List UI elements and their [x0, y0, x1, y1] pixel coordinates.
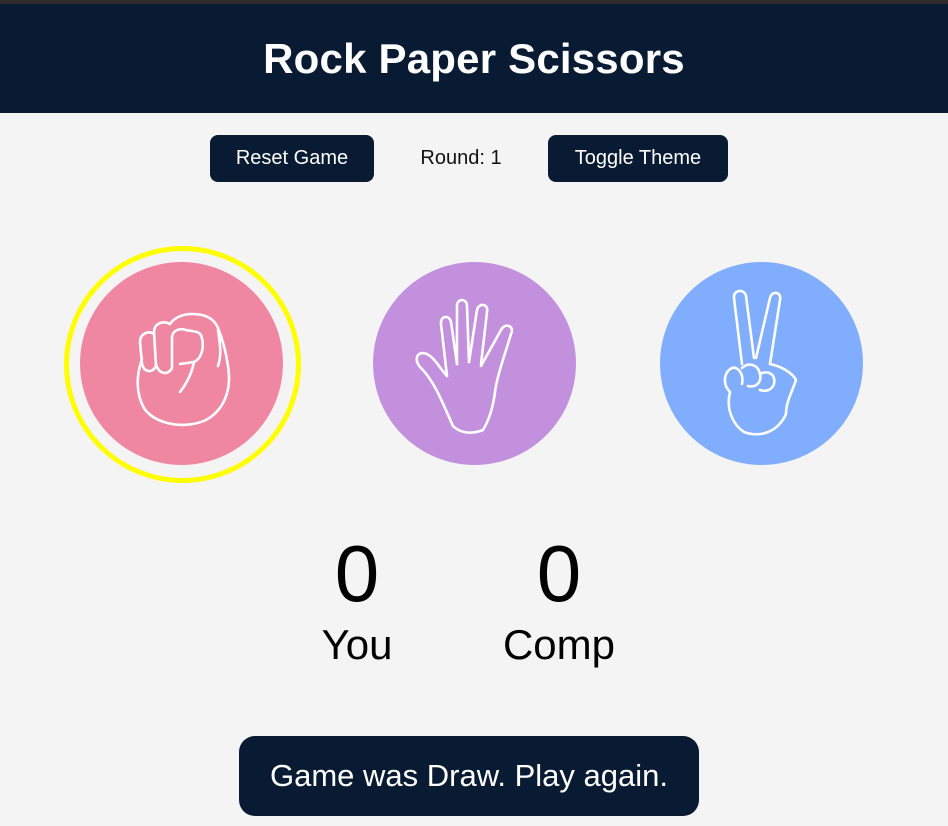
open-hand-icon — [414, 298, 513, 434]
toggle-theme-button[interactable]: Toggle Theme — [548, 135, 728, 182]
paper-choice-button[interactable] — [373, 262, 576, 465]
round-label: Round: — [420, 147, 485, 169]
controls-bar: Reset Game Round: 1 Toggle Theme — [0, 135, 948, 182]
player-score-value: 0 — [334, 529, 380, 618]
computer-score-label: Comp — [502, 621, 616, 668]
fist-icon — [135, 312, 230, 426]
computer-score-value: 0 — [536, 529, 582, 618]
player-score: 0 You — [257, 530, 457, 670]
result-message: Game was Draw. Play again. — [239, 736, 699, 816]
player-score-label: You — [321, 621, 393, 668]
scissors-choice-button[interactable] — [660, 262, 863, 465]
rock-choice-button[interactable] — [80, 262, 283, 465]
peace-hand-icon — [723, 289, 797, 436]
computer-score: 0 Comp — [459, 530, 659, 670]
round-indicator: Round: 1 — [390, 135, 532, 182]
app-header: Rock Paper Scissors — [0, 4, 948, 113]
page-title: Rock Paper Scissors — [263, 34, 685, 82]
round-value: 1 — [490, 147, 502, 169]
reset-game-button[interactable]: Reset Game — [210, 135, 374, 182]
